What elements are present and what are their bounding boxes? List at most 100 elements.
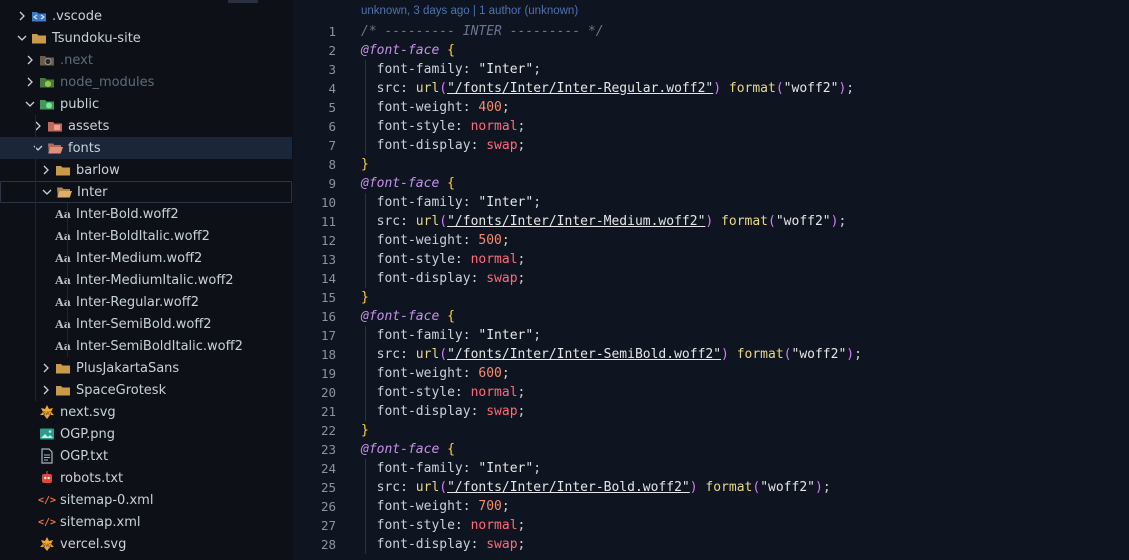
- code-line[interactable]: 7 font-display: swap;: [293, 136, 1129, 155]
- code-line[interactable]: 15}: [293, 288, 1129, 307]
- code-line[interactable]: 17 font-family: "Inter";: [293, 326, 1129, 345]
- tree-file[interactable]: robots.txt: [0, 467, 292, 489]
- token-prop: font-display:: [361, 404, 487, 419]
- code-line[interactable]: 1 /* --------- INTER --------- */: [293, 22, 1129, 41]
- code-line[interactable]: 20 font-style: normal;: [293, 383, 1129, 402]
- chevron-down-icon[interactable]: [30, 137, 46, 159]
- tree-file[interactable]: Aa Inter-SemiBoldItalic.woff2: [0, 335, 292, 357]
- code-line[interactable]: 25 src: url("/fonts/Inter/Inter-Bold.wof…: [293, 478, 1129, 497]
- chevron-right-icon[interactable]: [38, 357, 54, 379]
- chevron-right-icon[interactable]: [38, 159, 54, 181]
- chevron-right-icon[interactable]: [22, 49, 38, 71]
- line-content: src: url("/fonts/Inter/Inter-SemiBold.wo…: [361, 345, 862, 364]
- tree-folder[interactable]: Inter: [0, 181, 292, 203]
- code-line[interactable]: 22}: [293, 421, 1129, 440]
- token-at: @font-face: [361, 43, 440, 58]
- tree-file[interactable]: SVG next.svg: [0, 401, 292, 423]
- token-prop: src:: [361, 347, 416, 362]
- tree-folder[interactable]: assets: [0, 115, 292, 137]
- token-paren: ): [721, 347, 729, 362]
- chevron-down-icon[interactable]: [39, 181, 55, 203]
- tree-item-label: SpaceGrotesk: [76, 382, 167, 398]
- code-line[interactable]: 2 @font-face {: [293, 41, 1129, 60]
- tree-folder[interactable]: .vscode: [0, 5, 292, 27]
- tree-file[interactable]: OGP.png: [0, 423, 292, 445]
- tree-folder[interactable]: PlusJakartaSans: [0, 357, 292, 379]
- tree-folder[interactable]: .next: [0, 49, 292, 71]
- code-line[interactable]: 10 font-family: "Inter";: [293, 193, 1129, 212]
- code-line[interactable]: 6 font-style: normal;: [293, 117, 1129, 136]
- code-line[interactable]: 16 @font-face {: [293, 307, 1129, 326]
- tree-item-label: OGP.txt: [60, 448, 109, 464]
- tree-file[interactable]: </> sitemap-0.xml: [0, 489, 292, 511]
- code-line[interactable]: 13 font-style: normal;: [293, 250, 1129, 269]
- line-number: 28: [320, 537, 336, 552]
- fonts-folder-icon: [46, 137, 64, 159]
- token-url: "/fonts/Inter/Inter-Regular.woff2": [447, 81, 714, 96]
- tree-item-label: vercel.svg: [60, 536, 127, 552]
- tree-file[interactable]: Aa Inter-SemiBold.woff2: [0, 313, 292, 335]
- token-punc: ;: [517, 518, 526, 533]
- xml-file-icon: </>: [37, 494, 57, 506]
- code-line[interactable]: 3 font-family: "Inter";: [293, 60, 1129, 79]
- code-line[interactable]: 11 src: url("/fonts/Inter/Inter-Medium.w…: [293, 212, 1129, 231]
- chevron-right-icon[interactable]: [30, 115, 46, 137]
- tree-item-label: fonts: [68, 140, 101, 156]
- tree-folder[interactable]: Tsundoku-site: [0, 27, 292, 49]
- tree-folder[interactable]: public: [0, 93, 292, 115]
- code-line[interactable]: 24 font-family: "Inter";: [293, 459, 1129, 478]
- tree-file[interactable]: Aa Inter-BoldItalic.woff2: [0, 225, 292, 247]
- chevron-right-icon[interactable]: [14, 5, 30, 27]
- code-line[interactable]: 18 src: url("/fonts/Inter/Inter-SemiBold…: [293, 345, 1129, 364]
- tree-file[interactable]: OGP.txt: [0, 445, 292, 467]
- chevron-down-icon[interactable]: [22, 93, 38, 115]
- tree-folder[interactable]: fonts: [0, 137, 292, 159]
- line-number: 10: [320, 195, 336, 210]
- robots-file-icon: [38, 467, 56, 489]
- line-number: 21: [320, 404, 336, 419]
- line-content: src: url("/fonts/Inter/Inter-Medium.woff…: [361, 212, 847, 231]
- tree-folder[interactable]: SpaceGrotesk: [0, 379, 292, 401]
- tree-file[interactable]: Aa Inter-MediumItalic.woff2: [0, 269, 292, 291]
- line-number: 15: [320, 290, 336, 305]
- code-line[interactable]: 28 font-display: swap;: [293, 535, 1129, 554]
- tree-file[interactable]: Aa Inter-Regular.woff2: [0, 291, 292, 313]
- tree-file[interactable]: </> sitemap.xml: [0, 511, 292, 533]
- code-line[interactable]: 12 font-weight: 500;: [293, 231, 1129, 250]
- line-content: font-weight: 700;: [361, 497, 510, 516]
- code-line[interactable]: 5 font-weight: 400;: [293, 98, 1129, 117]
- code-line[interactable]: 9 @font-face {: [293, 174, 1129, 193]
- code-line[interactable]: 26 font-weight: 700;: [293, 497, 1129, 516]
- line-number: 19: [320, 366, 336, 381]
- xml-file-icon: </>: [37, 516, 57, 528]
- code-line[interactable]: 21 font-display: swap;: [293, 402, 1129, 421]
- chevron-down-icon[interactable]: [14, 27, 30, 49]
- code-editor[interactable]: unknown, 3 days ago | 1 author (unknown)…: [293, 0, 1129, 560]
- svg-file-icon: SVG: [38, 401, 56, 423]
- token-brace: }: [361, 423, 369, 438]
- code-line[interactable]: 8}: [293, 155, 1129, 174]
- code-line[interactable]: 23 @font-face {: [293, 440, 1129, 459]
- token-kw: normal: [470, 252, 518, 267]
- tree-folder[interactable]: node_modules: [0, 71, 292, 93]
- chevron-right-icon[interactable]: [38, 379, 54, 401]
- code-line[interactable]: 14 font-display: swap;: [293, 269, 1129, 288]
- token-str: "Inter": [478, 195, 534, 210]
- tree-item-label: barlow: [76, 162, 120, 178]
- tree-file[interactable]: SVG vercel.svg: [0, 533, 292, 555]
- tree-folder[interactable]: barlow: [0, 159, 292, 181]
- code-line[interactable]: 27 font-style: normal;: [293, 516, 1129, 535]
- code-line[interactable]: 4 src: url("/fonts/Inter/Inter-Regular.w…: [293, 79, 1129, 98]
- git-blame-annotation[interactable]: unknown, 3 days ago | 1 author (unknown): [361, 5, 578, 17]
- token-brace: {: [447, 43, 455, 58]
- code-line[interactable]: 19 font-weight: 600;: [293, 364, 1129, 383]
- chevron-right-icon[interactable]: [22, 71, 38, 93]
- line-number: 26: [320, 499, 336, 514]
- tree-file[interactable]: Aa Inter-Medium.woff2: [0, 247, 292, 269]
- tree-item-label: public: [60, 96, 100, 112]
- tree-file[interactable]: Aa Inter-Bold.woff2: [0, 203, 292, 225]
